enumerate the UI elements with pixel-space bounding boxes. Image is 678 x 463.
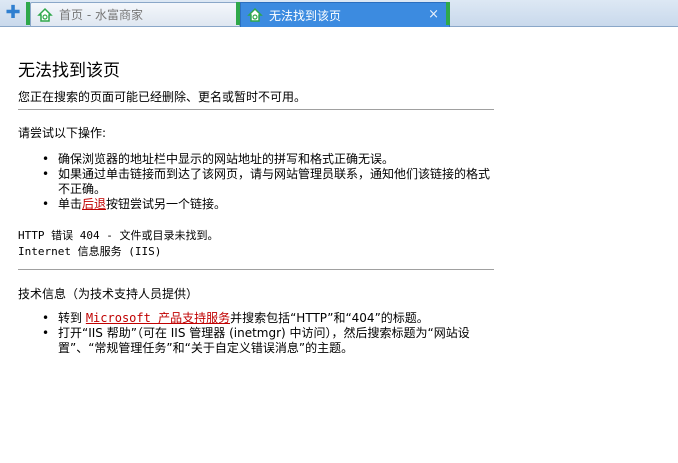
tab-marker — [446, 2, 450, 25]
plus-icon: ✚ — [5, 2, 21, 23]
list-item-text: 转到 — [58, 311, 86, 325]
list-item: 如果通过单击链接而到达了该网页，请与网站管理员联系，通知他们该链接的格式不正确。 — [42, 167, 498, 197]
error-code: HTTP 错误 404 - 文件或目录未找到。 — [18, 229, 219, 242]
home-page-icon — [37, 7, 53, 22]
page-icon — [247, 7, 263, 22]
divider — [18, 109, 494, 110]
tab-home-label: 首页 - 水富商家 — [59, 8, 143, 22]
tab-not-found[interactable]: 无法找到该页 × — [240, 2, 450, 27]
support-link[interactable]: Microsoft 产品支持服务 — [86, 311, 230, 325]
tab-not-found-label: 无法找到该页 — [269, 8, 342, 23]
tab-bar: ✚ 首页 - 水富商家 无法找到该页 × — [0, 0, 678, 27]
tech-heading: 技术信息（为技术支持人员提供） — [18, 287, 199, 301]
list-item-text: 单击 — [58, 197, 83, 211]
page-subtitle: 您正在搜索的页面可能已经删除、更名或暂时不可用。 — [18, 90, 307, 104]
list-item: 转到 Microsoft 产品支持服务并搜索包括“HTTP”和“404”的标题。 — [42, 311, 498, 326]
list-item-text: 按钮尝试另一个链接。 — [106, 197, 227, 211]
back-link[interactable]: 后退 — [82, 197, 106, 211]
try-heading: 请尝试以下操作: — [18, 126, 107, 140]
list-item-text: 并搜索包括“HTTP”和“404”的标题。 — [230, 311, 429, 325]
close-icon[interactable]: × — [428, 7, 439, 22]
list-item: 确保浏览器的地址栏中显示的网站地址的拼写和格式正确无误。 — [42, 152, 498, 167]
list-item: 单击后退按钮尝试另一个链接。 — [42, 197, 498, 212]
page-title: 无法找到该页 — [18, 61, 120, 81]
list-item: 打开“IIS 帮助”（可在 IIS 管理器 (inetmgr) 中访问），然后搜… — [42, 326, 498, 356]
server-name: Internet 信息服务 (IIS) — [18, 245, 162, 258]
new-tab-button[interactable]: ✚ — [2, 3, 24, 23]
tech-list: 转到 Microsoft 产品支持服务并搜索包括“HTTP”和“404”的标题。… — [42, 311, 498, 356]
tab-home[interactable]: 首页 - 水富商家 — [30, 2, 240, 26]
divider — [18, 269, 494, 270]
try-list: 确保浏览器的地址栏中显示的网站地址的拼写和格式正确无误。 如果通过单击链接而到达… — [42, 152, 498, 212]
